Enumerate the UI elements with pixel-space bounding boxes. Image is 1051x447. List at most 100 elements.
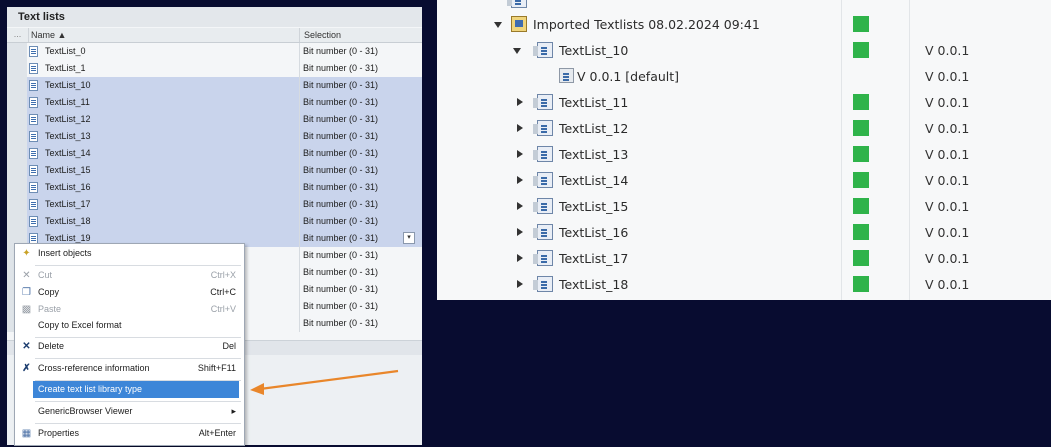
table-row[interactable]: TextList_0 Bit number (0 - 31) bbox=[7, 43, 422, 60]
properties-icon: ▦ bbox=[21, 428, 32, 439]
tree-row-type[interactable]: TextList_15 V 0.0.1 bbox=[437, 194, 1051, 219]
selection-column-header[interactable]: Selection bbox=[299, 28, 422, 42]
text-list-icon bbox=[29, 165, 38, 176]
row-name: TextList_15 bbox=[45, 165, 91, 175]
expand-icon[interactable] bbox=[517, 280, 523, 288]
table-row[interactable]: TextList_18 Bit number (0 - 31) bbox=[7, 213, 422, 230]
panel-title: Text lists bbox=[7, 7, 422, 27]
row-name: TextList_12 bbox=[45, 114, 91, 124]
status-icon bbox=[853, 224, 869, 240]
table-row[interactable]: TextList_12 Bit number (0 - 31) bbox=[7, 111, 422, 128]
row-selection: Bit number (0 - 31) bbox=[299, 264, 419, 281]
table-row[interactable]: TextList_10 Bit number (0 - 31) bbox=[7, 77, 422, 94]
tree-row-folder[interactable]: Imported Textlists 08.02.2024 09:41 bbox=[437, 12, 1051, 37]
row-name: TextList_18 bbox=[45, 216, 91, 226]
type-name: TextList_16 bbox=[559, 225, 629, 240]
menu-item-insert-objects[interactable]: ✦ Insert objects bbox=[15, 244, 244, 263]
row-name: TextList_13 bbox=[45, 131, 91, 141]
menu-label: Properties bbox=[38, 428, 80, 438]
folder-name: Imported Textlists 08.02.2024 09:41 bbox=[533, 17, 760, 32]
selection-dropdown-button[interactable]: ▾ bbox=[403, 232, 415, 244]
tree-row-type[interactable]: TextList_17 V 0.0.1 bbox=[437, 246, 1051, 271]
menu-item-genericbrowser-viewer[interactable]: GenericBrowser Viewer ▸ bbox=[15, 402, 244, 421]
menu-item-cross-reference[interactable]: ✗ Cross-reference information Shift+F11 bbox=[15, 359, 244, 378]
expand-icon[interactable] bbox=[517, 176, 523, 184]
tree-row-type[interactable]: TextList_18 V 0.0.1 bbox=[437, 272, 1051, 297]
tree-row-type[interactable]: TextList_10 V 0.0.1 bbox=[437, 38, 1051, 63]
folder-icon bbox=[507, 0, 527, 8]
table-row[interactable]: TextList_11 Bit number (0 - 31) bbox=[7, 94, 422, 111]
text-list-icon bbox=[29, 199, 38, 210]
expand-icon[interactable] bbox=[517, 150, 523, 158]
row-name: TextList_16 bbox=[45, 182, 91, 192]
type-name: TextList_11 bbox=[559, 95, 629, 110]
text-list-icon bbox=[29, 46, 38, 57]
status-icon bbox=[853, 16, 869, 32]
type-name: TextList_10 bbox=[559, 43, 629, 58]
paste-icon: ▩ bbox=[21, 304, 32, 315]
row-selection: Bit number (0 - 31) bbox=[299, 315, 419, 332]
context-menu: ✦ Insert objects ✕ Cut Ctrl+X ❐ Copy Ctr… bbox=[14, 243, 245, 446]
version: V 0.0.1 bbox=[925, 173, 970, 188]
collapse-icon[interactable] bbox=[494, 22, 502, 28]
text-list-type-icon bbox=[533, 250, 553, 266]
menu-label: Cross-reference information bbox=[38, 363, 150, 373]
library-tree-panel: Imported Textlists 08.02.2024 09:41 Text… bbox=[437, 0, 1051, 300]
name-column-header[interactable]: Name ▲ bbox=[31, 28, 66, 42]
table-row[interactable]: TextList_14 Bit number (0 - 31) bbox=[7, 145, 422, 162]
text-list-type-icon bbox=[533, 94, 553, 110]
tree-row-version[interactable]: V 0.0.1 [default] V 0.0.1 bbox=[437, 64, 1051, 89]
version: V 0.0.1 bbox=[925, 277, 970, 292]
collapse-icon[interactable] bbox=[513, 48, 521, 54]
text-list-icon bbox=[29, 148, 38, 159]
row-name: TextList_17 bbox=[45, 199, 91, 209]
row-selection: Bit number (0 - 31) bbox=[299, 60, 419, 77]
status-icon bbox=[853, 172, 869, 188]
type-name: TextList_14 bbox=[559, 173, 629, 188]
expand-icon[interactable] bbox=[517, 202, 523, 210]
row-name: TextList_1 bbox=[45, 63, 86, 73]
menu-label: Insert objects bbox=[38, 248, 92, 258]
row-selection: Bit number (0 - 31) bbox=[299, 111, 419, 128]
row-name: TextList_10 bbox=[45, 80, 91, 90]
table-row[interactable]: TextList_16 Bit number (0 - 31) bbox=[7, 179, 422, 196]
row-name: TextList_11 bbox=[45, 97, 90, 107]
cut-icon: ✕ bbox=[22, 270, 31, 281]
tree-row-type[interactable]: TextList_13 V 0.0.1 bbox=[437, 142, 1051, 167]
expand-icon[interactable] bbox=[517, 254, 523, 262]
row-selection: Bit number (0 - 31) bbox=[299, 162, 419, 179]
tree-row-type[interactable]: TextList_12 V 0.0.1 bbox=[437, 116, 1051, 141]
expand-icon[interactable] bbox=[517, 124, 523, 132]
text-list-type-icon bbox=[533, 172, 553, 188]
type-name: TextList_18 bbox=[559, 277, 629, 292]
tree-row-type[interactable]: TextList_16 V 0.0.1 bbox=[437, 220, 1051, 245]
menu-item-copy-to-excel[interactable]: Copy to Excel format bbox=[15, 316, 244, 335]
text-list-icon bbox=[29, 114, 38, 125]
text-list-icon bbox=[29, 182, 38, 193]
table-row[interactable]: TextList_1 Bit number (0 - 31) bbox=[7, 60, 422, 77]
text-list-type-icon bbox=[533, 224, 553, 240]
menu-item-delete[interactable]: ✕ Delete Del bbox=[15, 337, 244, 356]
delete-icon: ✕ bbox=[22, 341, 31, 352]
row-selection: Bit number (0 - 31) bbox=[299, 281, 419, 298]
table-row[interactable]: TextList_17 Bit number (0 - 31) bbox=[7, 196, 422, 213]
menu-item-properties[interactable]: ▦ Properties Alt+Enter bbox=[15, 424, 244, 443]
version-icon bbox=[559, 68, 574, 83]
version: V 0.0.1 bbox=[925, 95, 970, 110]
table-row[interactable]: TextList_13 Bit number (0 - 31) bbox=[7, 128, 422, 145]
expand-icon[interactable] bbox=[517, 98, 523, 106]
row-selection: Bit number (0 - 31) bbox=[299, 230, 419, 247]
tree-row-type[interactable]: TextList_14 V 0.0.1 bbox=[437, 168, 1051, 193]
row-name: TextList_0 bbox=[45, 46, 86, 56]
expand-icon[interactable] bbox=[517, 228, 523, 236]
menu-item-create-text-list-library-type[interactable]: Create text list library type bbox=[15, 380, 244, 399]
status-icon bbox=[853, 250, 869, 266]
tree-row-type[interactable]: TextList_11 V 0.0.1 bbox=[437, 90, 1051, 115]
version: V 0.0.1 bbox=[925, 43, 970, 58]
status-icon bbox=[853, 94, 869, 110]
text-list-type-icon bbox=[533, 198, 553, 214]
version-name: V 0.0.1 [default] bbox=[577, 69, 680, 84]
text-list-type-icon bbox=[533, 146, 553, 162]
table-row[interactable]: TextList_15 Bit number (0 - 31) bbox=[7, 162, 422, 179]
gutter-header[interactable]: ... bbox=[7, 28, 29, 42]
